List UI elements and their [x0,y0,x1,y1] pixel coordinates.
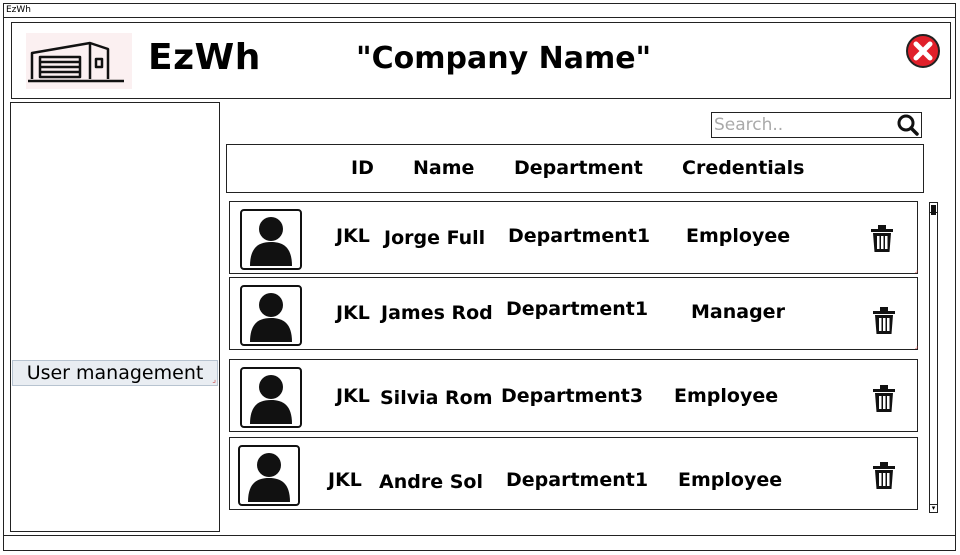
user-name: Silvia Rom [380,387,493,409]
sidebar-item-label: User management [26,362,204,384]
resize-marker: ⌟ [914,342,918,350]
resize-marker: ⌟ [914,266,918,274]
user-id: JKL [336,385,370,407]
resize-marker: ⌟ [212,375,216,384]
user-department: Department1 [506,298,649,320]
search-box [711,112,922,138]
column-header-department[interactable]: Department [514,157,643,179]
app-window: EzWh EzWh "Company Name" User management… [3,3,956,551]
header: EzWh "Company Name" [11,22,951,99]
trash-icon [873,307,895,334]
column-header-id[interactable]: ID [351,157,374,179]
status-bar [4,535,955,550]
vertical-scrollbar[interactable]: ▾ [929,202,938,513]
search-input[interactable] [714,114,894,136]
user-credentials: Employee [678,469,783,491]
table-row[interactable]: JKL Jorge Full Department1 Employee ⌟ [229,201,918,274]
app-name: EzWh [148,37,261,78]
delete-button[interactable] [871,462,897,490]
window-titlebar: EzWh [4,4,955,18]
company-name: "Company Name" [356,41,652,76]
search-icon [897,114,919,136]
user-department: Department3 [501,385,644,407]
scroll-thumb[interactable] [931,205,936,215]
table-row[interactable]: JKL Silvia Rom Department3 Employee [229,359,918,432]
warehouse-logo [26,33,132,89]
user-avatar-icon [240,285,302,346]
trash-icon [871,225,893,252]
column-header-credentials[interactable]: Credentials [682,157,804,179]
table-header: ID Name Department Credentials [226,144,924,193]
trash-icon [873,385,895,412]
user-name: Andre Sol [379,471,483,493]
user-name: Jorge Full [384,227,486,249]
search-button[interactable] [896,114,920,136]
scroll-down-arrow[interactable]: ▾ [930,504,937,512]
user-department: Department1 [506,469,649,491]
delete-button[interactable] [869,225,895,253]
close-icon [906,34,940,68]
user-id: JKL [328,469,362,491]
scroll-up-arrow[interactable] [930,203,937,215]
window-title: EzWh [6,5,32,15]
user-id: JKL [336,302,370,324]
user-avatar-icon [240,367,302,428]
user-credentials: Manager [691,301,785,323]
user-department: Department1 [508,225,651,247]
table-row[interactable]: JKL Andre Sol Department1 Employee [229,437,918,510]
column-header-name[interactable]: Name [413,157,474,179]
user-avatar-icon [238,445,300,506]
delete-button[interactable] [871,385,897,413]
user-name: James Rod [381,302,493,324]
sidebar-item-user-management[interactable]: User management ⌟ [12,360,218,386]
user-id: JKL [336,225,370,247]
sidebar: User management ⌟ [10,102,220,532]
close-button[interactable] [905,33,941,69]
user-credentials: Employee [674,385,779,407]
delete-button[interactable] [871,307,897,335]
user-avatar-icon [240,209,302,270]
user-credentials: Employee [686,225,791,247]
table-row[interactable]: JKL James Rod Department1 Manager ⌟ [229,277,918,350]
trash-icon [873,462,895,489]
